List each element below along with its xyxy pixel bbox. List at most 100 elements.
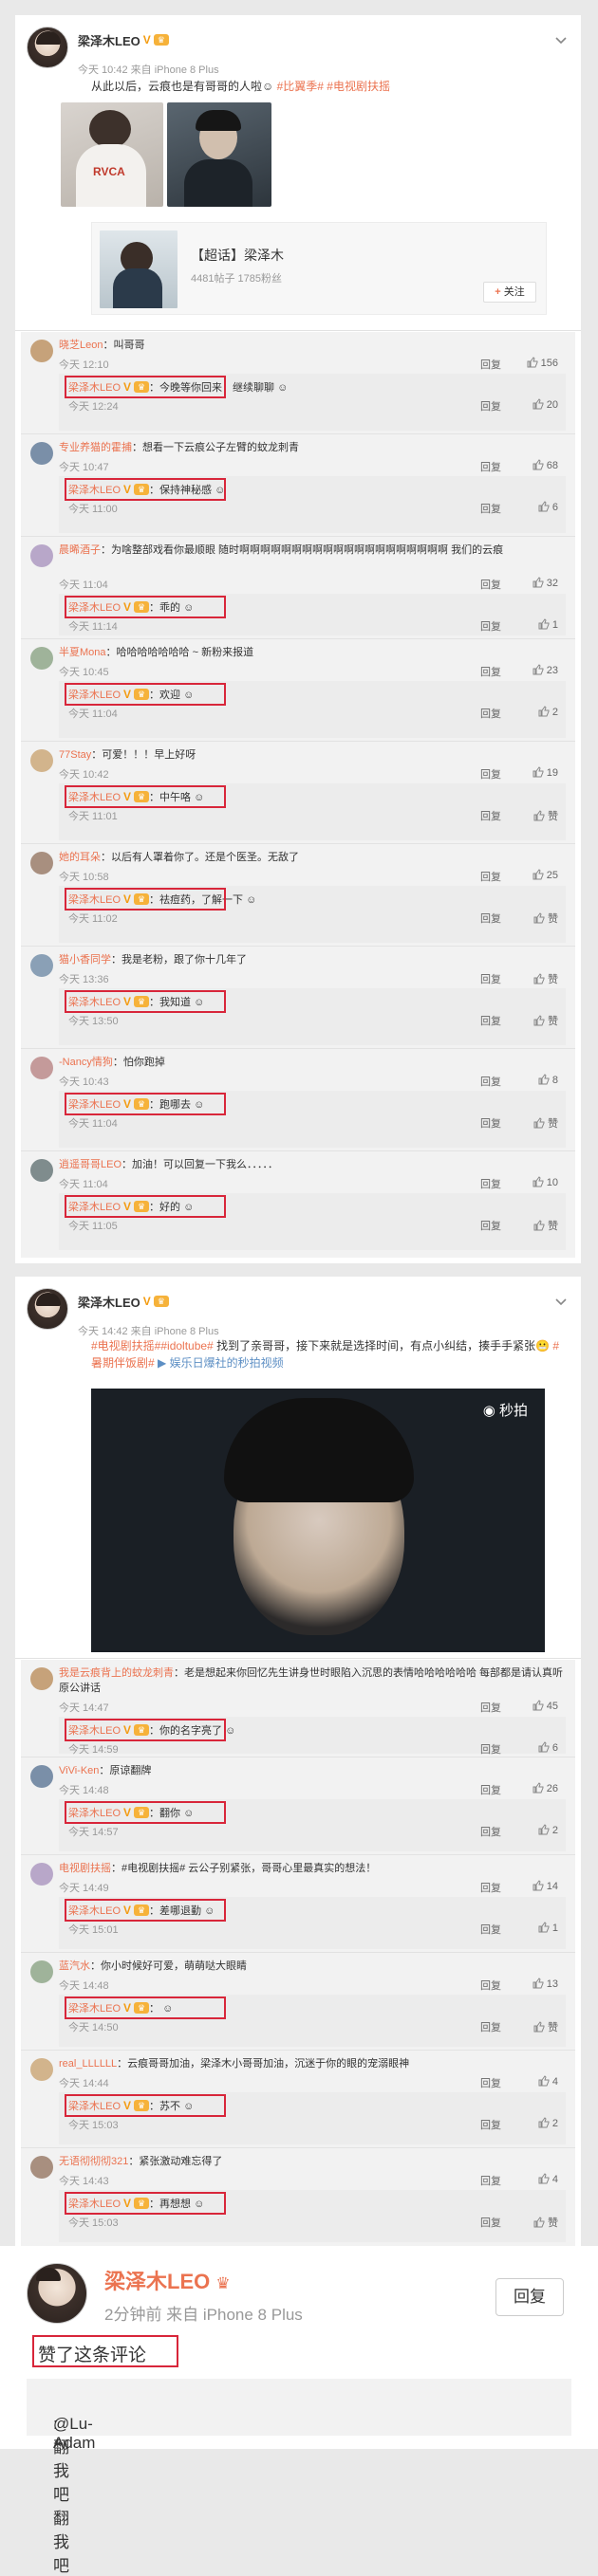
- like-button[interactable]: 赞: [533, 971, 558, 986]
- commenter-name[interactable]: 专业养猫的霍捕: [59, 442, 132, 453]
- reply-link[interactable]: 回复: [480, 501, 501, 516]
- commenter-avatar[interactable]: [30, 2058, 53, 2081]
- commenter-avatar[interactable]: [30, 954, 53, 977]
- reply-link[interactable]: 回复: [480, 577, 501, 592]
- like-button[interactable]: 25: [533, 869, 558, 881]
- like-button[interactable]: 赞: [533, 2215, 558, 2230]
- reply-link[interactable]: 回复: [480, 2019, 501, 2034]
- like-button[interactable]: 赞: [533, 808, 558, 823]
- avatar[interactable]: [27, 27, 68, 68]
- commenter-avatar[interactable]: [30, 647, 53, 670]
- reply-link[interactable]: 回复: [480, 1176, 501, 1191]
- commenter-name[interactable]: 无语彻彻彻321: [59, 2156, 128, 2167]
- like-button[interactable]: 4: [538, 2075, 558, 2088]
- like-button[interactable]: 6: [538, 1741, 558, 1754]
- chevron-down-icon[interactable]: [554, 34, 568, 47]
- reply-link[interactable]: 回复: [480, 869, 501, 884]
- commenter-name[interactable]: 77Stay: [59, 749, 91, 761]
- like-button[interactable]: 赞: [533, 911, 558, 926]
- reply-link[interactable]: 回复: [480, 664, 501, 679]
- commenter-avatar[interactable]: [30, 1667, 53, 1690]
- reply-link[interactable]: 回复: [480, 1013, 501, 1028]
- reply-link[interactable]: 回复: [480, 2173, 501, 2188]
- commenter-name[interactable]: 晓芝Leon: [59, 340, 103, 351]
- reply-link[interactable]: 回复: [480, 766, 501, 782]
- reply-link[interactable]: 回复: [480, 357, 501, 372]
- reply-link[interactable]: 回复: [480, 459, 501, 474]
- commenter-name[interactable]: ViVi-Ken: [59, 1765, 99, 1776]
- commenter-avatar[interactable]: [30, 340, 53, 362]
- commenter-name[interactable]: 蓝汽水: [59, 1960, 90, 1972]
- like-button[interactable]: 45: [533, 1700, 558, 1712]
- commenter-avatar[interactable]: [30, 1159, 53, 1182]
- reply-link[interactable]: 回复: [480, 1922, 501, 1937]
- like-button[interactable]: 32: [533, 577, 558, 589]
- reply-button[interactable]: 回复: [495, 2278, 564, 2316]
- post-photo-2[interactable]: [167, 102, 271, 207]
- commenter-name[interactable]: 电视剧扶摇: [59, 1863, 111, 1874]
- reply-link[interactable]: 回复: [480, 706, 501, 721]
- reply-link[interactable]: 回复: [480, 1074, 501, 1089]
- like-button[interactable]: 1: [538, 618, 558, 631]
- like-button[interactable]: 14: [533, 1880, 558, 1892]
- reply-link[interactable]: 回复: [480, 1880, 501, 1895]
- like-button[interactable]: 赞: [533, 1115, 558, 1131]
- commenter-name[interactable]: -Nancy情狗: [59, 1057, 113, 1068]
- like-button[interactable]: 2: [538, 1824, 558, 1836]
- commenter-name[interactable]: 她的耳朵: [59, 852, 101, 863]
- hashtag-link[interactable]: #电视剧扶摇##idoltube#: [91, 1339, 214, 1352]
- hashtag-link[interactable]: #比翼季# #电视剧扶摇: [277, 80, 390, 93]
- notifier-name[interactable]: 梁泽木LEO ♛: [104, 2265, 231, 2295]
- commenter-avatar[interactable]: [30, 1863, 53, 1886]
- reply-link[interactable]: 回复: [480, 618, 501, 634]
- like-button[interactable]: 4: [538, 2173, 558, 2185]
- commenter-avatar[interactable]: [30, 544, 53, 567]
- commenter-name[interactable]: 逍遥哥哥LEO: [59, 1159, 121, 1170]
- like-button[interactable]: 1: [538, 1922, 558, 1934]
- commenter-name[interactable]: 猫小香同学: [59, 954, 111, 966]
- reply-link[interactable]: 回复: [480, 2117, 501, 2132]
- like-button[interactable]: 20: [533, 398, 558, 411]
- like-button[interactable]: 10: [533, 1176, 558, 1188]
- like-button[interactable]: 19: [533, 766, 558, 779]
- like-button[interactable]: 8: [538, 1074, 558, 1086]
- like-button[interactable]: 赞: [533, 1218, 558, 1233]
- reply-link[interactable]: 回复: [480, 1978, 501, 1993]
- avatar[interactable]: [27, 1288, 68, 1330]
- reply-link[interactable]: 回复: [480, 1115, 501, 1131]
- poster-name[interactable]: 梁泽木LEO: [78, 31, 140, 49]
- like-button[interactable]: 赞: [533, 1013, 558, 1028]
- reply-link[interactable]: 回复: [480, 808, 501, 823]
- follow-button[interactable]: + 关注: [483, 282, 536, 303]
- reply-link[interactable]: 回复: [480, 1824, 501, 1839]
- commenter-name[interactable]: 半夏Mona: [59, 647, 106, 658]
- reply-link[interactable]: 回复: [480, 1218, 501, 1233]
- reply-link[interactable]: 回复: [480, 911, 501, 926]
- reply-link[interactable]: 回复: [480, 1782, 501, 1797]
- poster-name[interactable]: 梁泽木LEO: [78, 1293, 140, 1311]
- commenter-avatar[interactable]: [30, 749, 53, 772]
- like-button[interactable]: 156: [527, 357, 558, 369]
- commenter-avatar[interactable]: [30, 1960, 53, 1983]
- post-photo-1[interactable]: RVCA: [61, 102, 163, 207]
- reply-link[interactable]: 回复: [480, 2075, 501, 2090]
- like-button[interactable]: 6: [538, 501, 558, 513]
- commenter-name[interactable]: 晨晞酒子: [59, 544, 101, 556]
- video-link[interactable]: ▶ 娱乐日爆社的秒拍视频: [158, 1356, 284, 1370]
- reply-link[interactable]: 回复: [480, 398, 501, 414]
- avatar[interactable]: [27, 2263, 87, 2324]
- like-button[interactable]: 13: [533, 1978, 558, 1990]
- commenter-avatar[interactable]: [30, 852, 53, 874]
- like-button[interactable]: 23: [533, 664, 558, 676]
- reply-link[interactable]: 回复: [480, 971, 501, 986]
- super-topic-card[interactable]: 【超话】梁泽木 4481帖子 1785粉丝 + 关注: [91, 222, 547, 315]
- reply-link[interactable]: 回复: [480, 1741, 501, 1757]
- commenter-avatar[interactable]: [30, 2156, 53, 2179]
- commenter-name[interactable]: 我是云痕背上的蚊龙刺青: [59, 1667, 174, 1679]
- like-button[interactable]: 68: [533, 459, 558, 471]
- like-button[interactable]: 2: [538, 706, 558, 718]
- quoted-comment[interactable]: @Lu-Adam: 翻我吧翻我吧: [27, 2379, 571, 2575]
- reply-link[interactable]: 回复: [480, 2215, 501, 2230]
- chevron-down-icon[interactable]: [554, 1296, 568, 1309]
- video-player[interactable]: ◉ 秒拍: [91, 1389, 545, 1652]
